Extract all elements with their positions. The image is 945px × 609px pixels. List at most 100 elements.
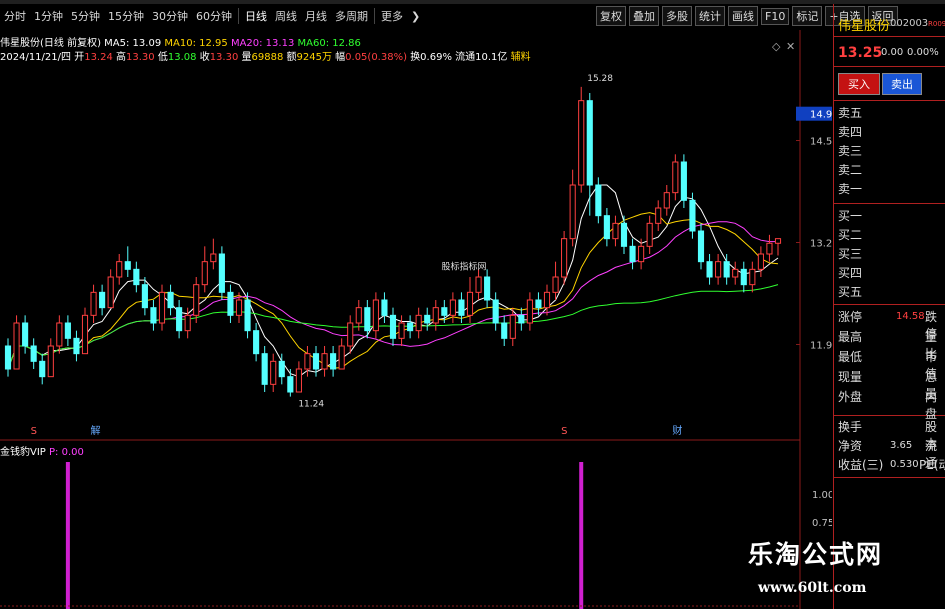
candle-body bbox=[13, 322, 20, 370]
sell-button[interactable]: 卖出 bbox=[882, 73, 922, 95]
turnover-value: 换0.69% bbox=[410, 52, 452, 63]
candle-body bbox=[73, 337, 80, 355]
candle-body bbox=[330, 353, 337, 370]
candle-body bbox=[22, 322, 29, 347]
rng-label: 幅 bbox=[335, 52, 346, 63]
ohlc-line: 2024/11/21/四 开13.24 高13.30 低13.08 收13.30… bbox=[0, 48, 531, 63]
close-value: 13.30 bbox=[209, 52, 239, 63]
candle-body bbox=[407, 322, 414, 332]
price-tick-label: 14.58 bbox=[810, 137, 832, 148]
candle-body bbox=[99, 291, 106, 309]
tool-button-2[interactable]: 多股 bbox=[662, 6, 692, 26]
price-change-pct: 0.00% bbox=[907, 47, 939, 58]
candle-body bbox=[321, 353, 328, 370]
amt-label: 额 bbox=[286, 52, 297, 63]
candle-body bbox=[364, 307, 371, 332]
sell-level-1: 卖四 bbox=[838, 125, 863, 139]
stock-code: 002003 bbox=[890, 18, 929, 29]
candle-body bbox=[672, 161, 679, 194]
candle-body bbox=[501, 322, 508, 339]
candle-body bbox=[638, 245, 645, 263]
candle-body bbox=[141, 284, 148, 309]
candle-body bbox=[176, 307, 183, 332]
candle-body bbox=[612, 222, 619, 240]
sell-level-0: 卖五 bbox=[838, 106, 863, 120]
period-tab-4[interactable]: 30分钟 bbox=[148, 8, 192, 24]
sector-tag[interactable]: 辅料 bbox=[511, 52, 531, 63]
candle-body bbox=[287, 376, 294, 393]
tool-button-4[interactable]: 画线 bbox=[728, 6, 758, 26]
candle-body bbox=[732, 268, 739, 278]
candle-body bbox=[706, 261, 713, 278]
candle-body bbox=[680, 161, 687, 201]
candle-body bbox=[39, 360, 46, 378]
candle-body bbox=[715, 261, 722, 278]
period-tab-7[interactable]: 周线 bbox=[271, 8, 301, 24]
quote-label-3: 现量 bbox=[838, 370, 863, 384]
candle-body bbox=[261, 353, 268, 385]
candle-body bbox=[689, 199, 696, 232]
candle-body bbox=[663, 192, 670, 209]
period-tab-1[interactable]: 1分钟 bbox=[30, 8, 67, 24]
open-label: 开 bbox=[74, 52, 85, 63]
tool-button-3[interactable]: 统计 bbox=[695, 6, 725, 26]
period-tab-5[interactable]: 60分钟 bbox=[192, 8, 236, 24]
tool-button-5[interactable]: F10 bbox=[761, 7, 790, 25]
low-value: 13.08 bbox=[167, 52, 197, 63]
tool-button-1[interactable]: 叠加 bbox=[629, 6, 659, 26]
quote-label-1: 最高 bbox=[838, 330, 863, 344]
candle-body bbox=[586, 100, 593, 186]
indicator-name[interactable]: 金钱豹VIP bbox=[0, 447, 46, 458]
divider bbox=[833, 66, 945, 67]
tool-button-6[interactable]: 标记 bbox=[792, 6, 823, 26]
candle-body bbox=[235, 299, 243, 316]
period-tab-3[interactable]: 15分钟 bbox=[104, 8, 148, 24]
amt-value: 9245万 bbox=[296, 52, 332, 63]
period-tab-10[interactable]: 更多 bbox=[377, 8, 407, 24]
candle-body bbox=[578, 100, 585, 186]
buy-button[interactable]: 买入 bbox=[838, 73, 880, 95]
date-value: 2024/11/21/四 bbox=[0, 52, 72, 63]
open-value: 13.24 bbox=[84, 52, 113, 63]
period-tab-6[interactable]: 日线 bbox=[241, 8, 271, 24]
candle-body bbox=[47, 345, 54, 378]
fund-label-0: 换手 bbox=[838, 420, 863, 434]
chart-area[interactable]: 14.93 14.58 13.25 11.92 1.00 0.75 15.28 11.24 股标… bbox=[0, 30, 832, 609]
candle-body bbox=[424, 314, 431, 324]
candle-body bbox=[646, 222, 653, 247]
candle-body bbox=[749, 268, 756, 286]
candle-body bbox=[620, 222, 628, 247]
candle-body bbox=[569, 184, 576, 240]
candle-body bbox=[475, 276, 482, 293]
fund-value-2: 0.530 bbox=[890, 459, 919, 470]
diamond-icon: ◇ bbox=[772, 40, 781, 53]
candle-body bbox=[90, 291, 97, 316]
close-icon: ✕ bbox=[786, 40, 795, 53]
candle-body bbox=[347, 322, 354, 347]
quote-label-0: 涨停 bbox=[838, 310, 863, 324]
candle-body bbox=[372, 299, 379, 332]
signal-bar bbox=[65, 462, 70, 609]
price-tick-label: 13.25 bbox=[810, 239, 832, 250]
candle-body bbox=[655, 207, 662, 224]
candle-body bbox=[355, 307, 362, 324]
ma20-line bbox=[7, 221, 778, 370]
candle-body bbox=[518, 314, 525, 324]
candle-body bbox=[253, 330, 260, 355]
period-tab-9[interactable]: 多周期 bbox=[331, 8, 372, 24]
indicator-header: 金钱豹VIP P: 0.00 bbox=[0, 443, 84, 458]
chevron-right-icon[interactable]: ❯ bbox=[407, 10, 424, 23]
buy-level-1: 买二 bbox=[838, 228, 863, 242]
period-tab-8[interactable]: 月线 bbox=[301, 8, 331, 24]
tool-button-0[interactable]: 复权 bbox=[596, 6, 626, 26]
candle-body bbox=[278, 360, 285, 378]
watermark-url: www.60lt.com bbox=[758, 580, 867, 596]
candle-body bbox=[595, 184, 602, 217]
period-tab-2[interactable]: 5分钟 bbox=[67, 8, 104, 24]
candle-body bbox=[270, 360, 277, 385]
sell-level-4: 卖一 bbox=[838, 182, 863, 196]
period-tab-0[interactable]: 分时 bbox=[0, 8, 30, 24]
event-mark: 解 bbox=[91, 424, 101, 437]
candle-body bbox=[304, 353, 311, 370]
stock-name: 伟星股份 bbox=[838, 19, 891, 34]
